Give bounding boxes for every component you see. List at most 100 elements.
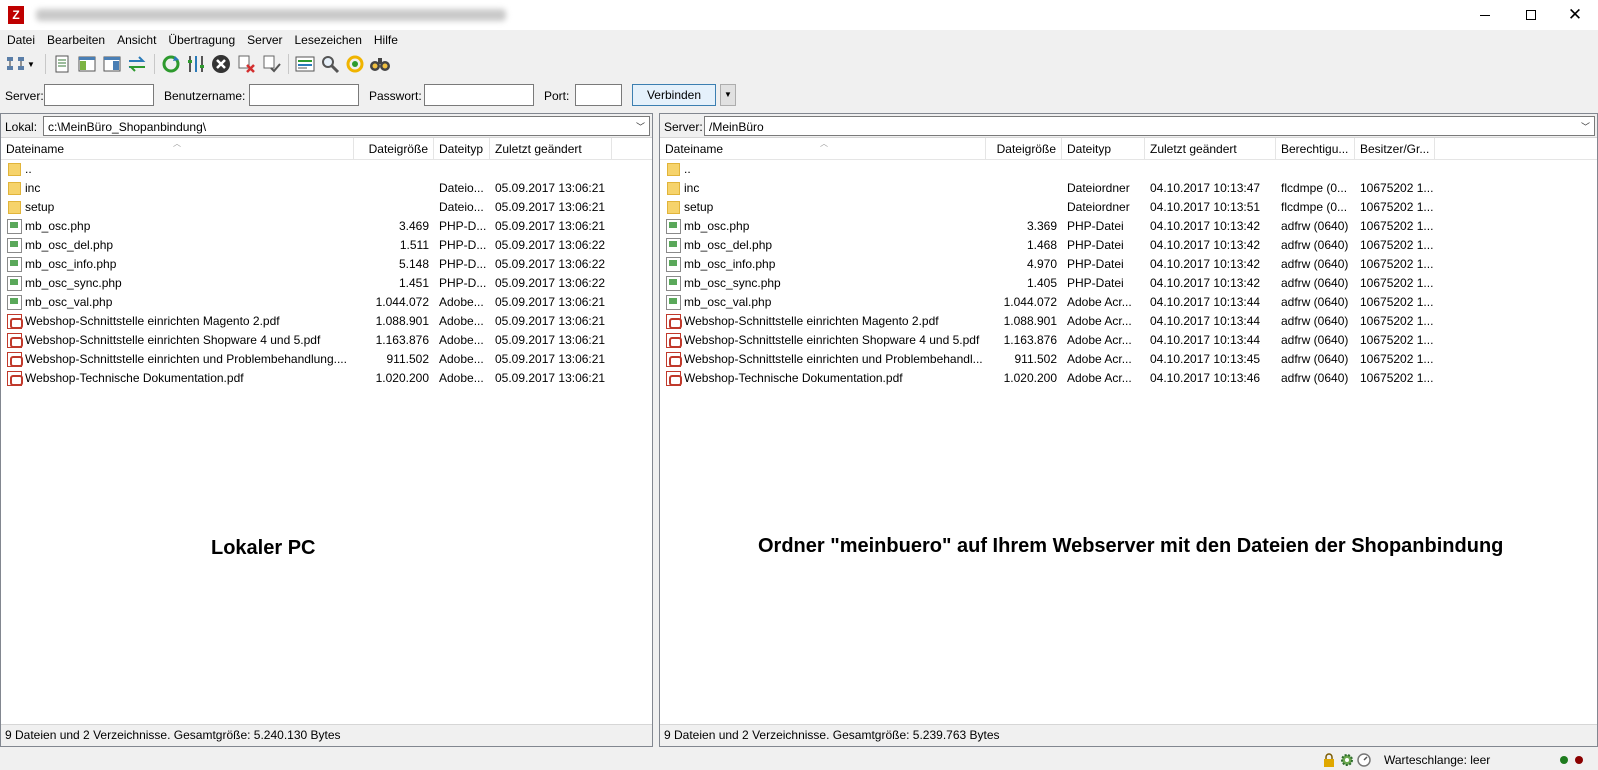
table-row[interactable]: inc Dateio... 05.09.2017 13:06:21 (1, 179, 652, 198)
username-input[interactable] (249, 84, 359, 106)
site-manager-dropdown[interactable]: ▼ (27, 60, 37, 69)
sort-ascending-icon: ︿ (820, 139, 828, 148)
cell-size: 1.044.072 (1003, 295, 1057, 309)
directory-filter-button[interactable] (293, 53, 316, 75)
local-path-combo[interactable]: c:\MeinBüro_Shopanbindung\ ﹀ (43, 116, 650, 136)
server-input[interactable] (44, 84, 154, 106)
menu-hilfe[interactable]: Hilfe (368, 30, 404, 50)
cell-type: Dateiordner (1067, 181, 1130, 195)
cell-modified: 04.10.2017 10:13:44 (1150, 333, 1261, 347)
table-row[interactable]: mb_osc_del.php 1.468 PHP-Datei 04.10.2017 1… (660, 236, 1597, 255)
cell-name: mb_osc_val.php (25, 295, 113, 309)
table-row[interactable]: setup Dateiordner 04.10.2017 10:13:51 flcdm… (660, 198, 1597, 217)
table-row[interactable]: .. (660, 160, 1597, 179)
close-button[interactable]: ✕ (1552, 0, 1598, 30)
cell-owner: 10675202 1... (1360, 295, 1434, 309)
cell-size: 3.369 (1026, 219, 1057, 233)
process-queue-icon (187, 56, 204, 72)
local-col-size[interactable]: Dateigröße (354, 138, 434, 160)
menu-datei[interactable]: Datei (1, 30, 41, 50)
menu-uebertragung[interactable]: Übertragung (162, 30, 241, 50)
table-row[interactable]: mb_osc_sync.php 1.451 PHP-D... 05.09.2017 1… (1, 274, 652, 293)
cell-size (354, 198, 434, 217)
toggle-remote-tree-button[interactable] (100, 53, 123, 75)
cell-size: 1.405 (1026, 276, 1057, 290)
cell-perm: adfrw (0640) (1281, 295, 1349, 309)
menu-lesezeichen[interactable]: Lesezeichen (288, 30, 367, 50)
quickconnect-bar: Server: Benutzername: Passwort: Port: Ve… (0, 80, 1598, 110)
minimize-button[interactable] (1462, 0, 1508, 30)
sort-ascending-icon: ︿ (173, 139, 181, 148)
remote-col-owner[interactable]: Besitzer/Gr... (1355, 138, 1435, 160)
table-row[interactable]: mb_osc_info.php 5.148 PHP-D... 05.09.2017 1… (1, 255, 652, 274)
table-row[interactable]: inc Dateiordner 04.10.2017 10:13:47 flcdmpe… (660, 179, 1597, 198)
remote-file-list: .. inc Dateiordner 04.10.2017 10:13:47 flcdm… (660, 160, 1597, 388)
table-row[interactable]: Webshop-Schnittstelle einrichten Magento… (1, 312, 652, 331)
table-row[interactable]: Webshop-Schnittstelle einrichten Shopwar… (1, 331, 652, 350)
compare-button[interactable] (318, 53, 341, 75)
table-row[interactable]: .. (1, 160, 652, 179)
cell-type: Adobe... (439, 314, 484, 328)
filezilla-icon: Z (8, 6, 24, 24)
toggle-queue-button[interactable] (125, 53, 148, 75)
table-row[interactable]: Webshop-Schnittstelle einrichten Magento… (660, 312, 1597, 331)
username-label: Benutzername: (164, 89, 246, 103)
cell-size: 911.502 (1014, 352, 1058, 366)
remote-col-size[interactable]: Dateigröße (986, 138, 1062, 160)
table-row[interactable]: Webshop-Schnittstelle einrichten und Pro… (1, 350, 652, 369)
port-input[interactable] (575, 84, 622, 106)
cell-owner: 10675202 1... (1360, 333, 1434, 347)
toolbar-separator (288, 54, 289, 74)
table-row[interactable]: setup Dateio... 05.09.2017 13:06:21 (1, 198, 652, 217)
table-row[interactable]: mb_osc_val.php 1.044.072 Adobe... 05.09.201… (1, 293, 652, 312)
port-label: Port: (544, 89, 570, 103)
menu-bearbeiten[interactable]: Bearbeiten (41, 30, 111, 50)
sync-browse-button[interactable] (343, 53, 366, 75)
toggle-local-tree-button[interactable] (75, 53, 98, 75)
cancel-button[interactable] (209, 53, 232, 75)
cell-name: Webshop-Schnittstelle einrichten und Pro… (25, 352, 347, 366)
table-row[interactable]: Webshop-Technische Dokumentation.pdf 1.02… (660, 369, 1597, 388)
menu-ansicht[interactable]: Ansicht (111, 30, 162, 50)
cell-name: .. (684, 162, 691, 176)
local-col-modified[interactable]: Zuletzt geändert (490, 138, 612, 160)
table-row[interactable]: mb_osc.php 3.369 PHP-Datei 04.10.2017 10:13… (660, 217, 1597, 236)
local-status: 9 Dateien und 2 Verzeichnisse. Gesamtgrö… (1, 724, 652, 746)
remote-pane: Server: /MeinBüro ﹀ Dateiname ︿ Dateigrö… (659, 113, 1598, 747)
password-input[interactable] (424, 84, 534, 106)
local-path-label: Lokal: (5, 120, 38, 134)
process-queue-button[interactable] (184, 53, 207, 75)
table-row[interactable]: mb_osc_del.php 1.511 PHP-D... 05.09.2017 13… (1, 236, 652, 255)
remote-col-modified[interactable]: Zuletzt geändert (1145, 138, 1276, 160)
disconnect-button[interactable] (234, 53, 257, 75)
table-row[interactable]: Webshop-Schnittstelle einrichten Shopwar… (660, 331, 1597, 350)
cell-owner: 10675202 1... (1360, 314, 1434, 328)
remote-col-type[interactable]: Dateityp (1062, 138, 1145, 160)
site-manager-button[interactable] (4, 53, 27, 75)
maximize-button[interactable] (1508, 0, 1554, 30)
cell-modified: 05.09.2017 13:06:21 (495, 181, 606, 195)
table-row[interactable]: mb_osc.php 3.469 PHP-D... 05.09.2017 13:06:… (1, 217, 652, 236)
cell-modified: 05.09.2017 13:06:21 (495, 333, 606, 347)
table-row[interactable]: Webshop-Schnittstelle einrichten und Pro… (660, 350, 1597, 369)
remote-col-permissions[interactable]: Berechtigu... (1276, 138, 1355, 160)
remote-path-combo[interactable]: /MeinBüro ﹀ (704, 116, 1595, 136)
server-label: Server: (5, 89, 44, 103)
local-col-type[interactable]: Dateityp (434, 138, 490, 160)
toggle-message-log-button[interactable] (50, 53, 73, 75)
cell-name: inc (25, 181, 41, 195)
local-path-value: c:\MeinBüro_Shopanbindung\ (48, 120, 207, 134)
cell-type: PHP-Datei (1067, 219, 1124, 233)
connect-button[interactable]: Verbinden (632, 84, 716, 106)
refresh-button[interactable] (159, 53, 182, 75)
reconnect-button[interactable] (259, 53, 282, 75)
table-row[interactable]: mb_osc_val.php 1.044.072 Adobe Acr... 04.10… (660, 293, 1597, 312)
cell-type: Adobe Acr... (1067, 295, 1132, 309)
find-files-button[interactable] (368, 53, 391, 75)
menu-server[interactable]: Server (241, 30, 288, 50)
connect-dropdown-button[interactable]: ▼ (720, 84, 736, 106)
cell-type: PHP-D... (439, 276, 487, 290)
table-row[interactable]: mb_osc_sync.php 1.405 PHP-Datei 04.10.2017 … (660, 274, 1597, 293)
table-row[interactable]: mb_osc_info.php 4.970 PHP-Datei 04.10.2017 … (660, 255, 1597, 274)
table-row[interactable]: Webshop-Technische Dokumentation.pdf 1.02… (1, 369, 652, 388)
